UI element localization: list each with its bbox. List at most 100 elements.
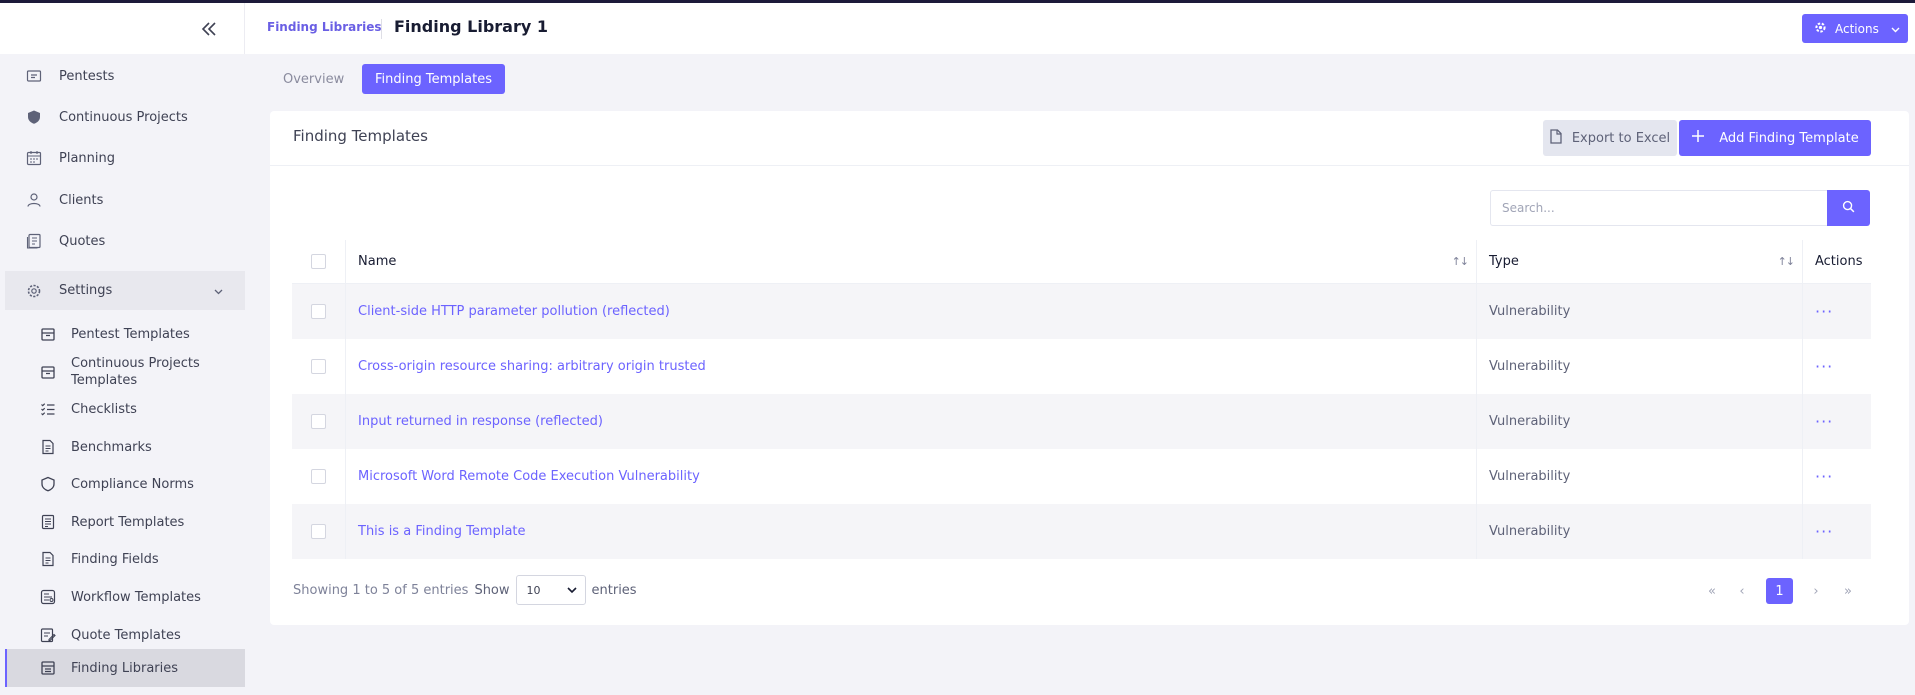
header-divider — [244, 3, 245, 54]
name-cell: Input returned in response (reflected) — [346, 394, 1477, 449]
page-button-current[interactable]: 1 — [1766, 578, 1793, 604]
export-label: Export to Excel — [1571, 130, 1671, 146]
table-row: Cross-origin resource sharing: arbitrary… — [292, 339, 1871, 394]
sort-icon[interactable]: ↑↓ — [1452, 255, 1469, 268]
finding-template-link[interactable]: Microsoft Word Remote Code Execution Vul… — [358, 469, 700, 484]
sidebar-item-settings[interactable]: Settings — [5, 271, 245, 310]
row-checkbox[interactable] — [311, 359, 326, 374]
export-to-excel-button[interactable]: Export to Excel — [1543, 120, 1677, 156]
quote-icon — [25, 232, 43, 250]
sidebar-item-benchmarks[interactable]: Benchmarks — [5, 432, 245, 462]
finding-templates-card: Finding Templates Export to Excel Add Fi… — [270, 111, 1909, 625]
first-page-icon[interactable]: « — [1700, 578, 1724, 604]
row-checkbox[interactable] — [311, 304, 326, 319]
sidebar-item-pentests[interactable]: Pentests — [5, 57, 245, 95]
type-value: Vulnerability — [1489, 414, 1571, 429]
sidebar-item-quotes[interactable]: Quotes — [5, 222, 245, 260]
more-actions-icon[interactable]: ··· — [1815, 357, 1833, 376]
type-cell: Vulnerability — [1477, 394, 1803, 449]
sidebar-item-continuous-projects[interactable]: Continuous Projects — [5, 98, 245, 136]
workflow-icon — [39, 588, 57, 606]
document-icon — [39, 438, 57, 456]
type-cell: Vulnerability — [1477, 339, 1803, 394]
finding-template-link[interactable]: Input returned in response (reflected) — [358, 414, 603, 429]
sidebar-item-finding-fields[interactable]: Finding Fields — [5, 544, 245, 574]
sidebar-item-label: Checklists — [71, 401, 137, 417]
row-checkbox[interactable] — [311, 414, 326, 429]
finding-template-link[interactable]: Client-side HTTP parameter pollution (re… — [358, 304, 670, 319]
breadcrumb-finding-libraries[interactable]: Finding Libraries — [267, 20, 382, 34]
tab-finding-templates[interactable]: Finding Templates — [362, 64, 505, 94]
type-cell: Vulnerability — [1477, 504, 1803, 559]
search-button[interactable] — [1827, 190, 1870, 226]
table-header-row: Name ↑↓ Type ↑↓ Actions — [292, 240, 1871, 284]
type-cell: Vulnerability — [1477, 284, 1803, 339]
collapse-sidebar-icon[interactable] — [197, 17, 221, 41]
sidebar-item-label: Pentest Templates — [71, 326, 190, 342]
more-actions-icon[interactable]: ··· — [1815, 522, 1833, 541]
finding-template-link[interactable]: Cross-origin resource sharing: arbitrary… — [358, 359, 706, 374]
table-row: Input returned in response (reflected) V… — [292, 394, 1871, 449]
card-title: Finding Templates — [293, 127, 428, 145]
row-checkbox[interactable] — [311, 524, 326, 539]
search-input[interactable] — [1490, 190, 1828, 226]
chevron-down-icon — [214, 284, 223, 299]
type-value: Vulnerability — [1489, 304, 1571, 319]
sidebar-item-pentest-templates[interactable]: Pentest Templates — [5, 319, 245, 349]
column-header-name[interactable]: Name ↑↓ — [346, 240, 1477, 283]
previous-page-icon[interactable]: ‹ — [1730, 578, 1754, 604]
finding-template-link[interactable]: This is a Finding Template — [358, 524, 526, 539]
archive-icon — [39, 325, 57, 343]
add-label: Add Finding Template — [1719, 130, 1859, 146]
more-actions-icon[interactable]: ··· — [1815, 412, 1833, 431]
column-header-label: Actions — [1815, 254, 1863, 269]
sidebar-item-label: Settings — [59, 283, 113, 298]
type-value: Vulnerability — [1489, 469, 1571, 484]
sidebar-item-checklists[interactable]: Checklists — [5, 394, 245, 424]
sidebar-item-label: Planning — [59, 150, 115, 166]
select-all-checkbox[interactable] — [311, 254, 326, 269]
sidebar-item-quote-templates[interactable]: Quote Templates — [5, 620, 245, 650]
sort-icon[interactable]: ↑↓ — [1778, 255, 1795, 268]
breadcrumb-separator — [381, 19, 382, 39]
sidebar-item-finding-libraries[interactable]: Finding Libraries — [5, 649, 245, 687]
actions-cell: ··· — [1803, 504, 1871, 559]
sidebar-item-label: Continuous Projects — [59, 109, 188, 125]
row-select-cell — [292, 394, 346, 449]
row-select-cell — [292, 339, 346, 394]
sidebar-item-workflow-templates[interactable]: Workflow Templates — [5, 582, 245, 612]
sidebar-item-continuous-projects-templates[interactable]: Continuous Projects Templates — [5, 350, 245, 394]
table-row: Microsoft Word Remote Code Execution Vul… — [292, 449, 1871, 504]
add-finding-template-button[interactable]: Add Finding Template — [1679, 120, 1871, 156]
card-header-divider — [270, 165, 1909, 166]
checklist-icon — [39, 400, 57, 418]
last-page-icon[interactable]: » — [1836, 578, 1860, 604]
more-actions-icon[interactable]: ··· — [1815, 467, 1833, 486]
row-checkbox[interactable] — [311, 469, 326, 484]
library-icon — [39, 659, 57, 677]
tab-overview[interactable]: Overview — [270, 64, 357, 94]
column-header-type[interactable]: Type ↑↓ — [1477, 240, 1803, 283]
sidebar-item-label: Finding Libraries — [71, 660, 179, 676]
sidebar-item-clients[interactable]: Clients — [5, 181, 245, 219]
document-icon — [39, 550, 57, 568]
actions-cell: ··· — [1803, 449, 1871, 504]
sidebar-item-label: Pentests — [59, 68, 115, 84]
more-actions-icon[interactable]: ··· — [1815, 302, 1833, 321]
plus-icon — [1691, 129, 1705, 147]
name-cell: Client-side HTTP parameter pollution (re… — [346, 284, 1477, 339]
table-row: Client-side HTTP parameter pollution (re… — [292, 284, 1871, 339]
sidebar-item-compliance-norms[interactable]: Compliance Norms — [5, 469, 245, 499]
type-value: Vulnerability — [1489, 359, 1571, 374]
sidebar-item-planning[interactable]: Planning — [5, 139, 245, 177]
page-size-select[interactable]: 10 — [515, 575, 586, 605]
actions-cell: ··· — [1803, 339, 1871, 394]
calendar-icon — [25, 149, 43, 167]
next-page-icon[interactable]: › — [1804, 578, 1828, 604]
sidebar-item-report-templates[interactable]: Report Templates — [5, 507, 245, 537]
quote-edit-icon — [39, 626, 57, 644]
row-select-cell — [292, 504, 346, 559]
actions-button[interactable]: Actions — [1802, 14, 1908, 43]
actions-label: Actions — [1835, 21, 1879, 36]
gear-icon — [25, 282, 43, 300]
